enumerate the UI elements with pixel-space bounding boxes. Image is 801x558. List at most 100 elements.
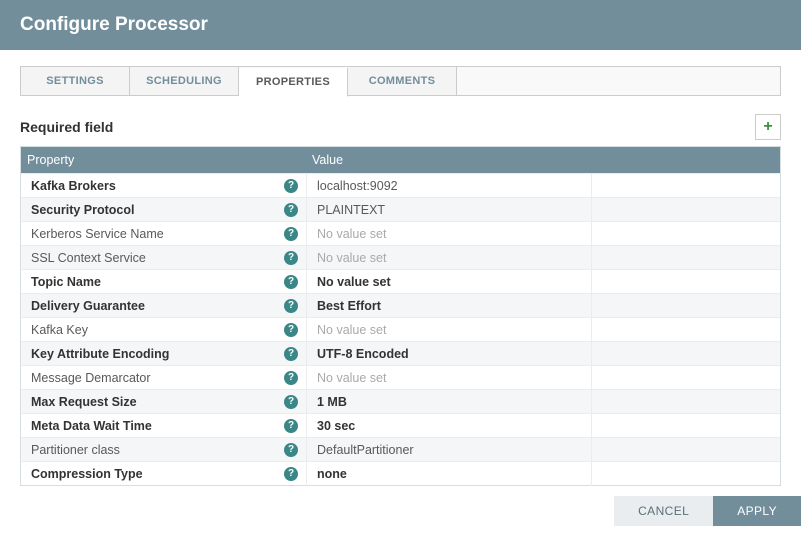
help-icon[interactable]: ? [284, 299, 298, 313]
help-icon[interactable]: ? [284, 347, 298, 361]
value-extra [592, 222, 780, 246]
table-row[interactable]: Partitioner class? DefaultPartitioner [21, 437, 780, 461]
tab-comments[interactable]: COMMENTS [348, 67, 457, 95]
cancel-button[interactable]: CANCEL [614, 496, 713, 526]
help-icon[interactable]: ? [284, 275, 298, 289]
property-value: Best Effort [317, 294, 592, 318]
help-icon[interactable]: ? [284, 443, 298, 457]
property-value: No value set [317, 246, 592, 270]
value-cell[interactable]: none [307, 462, 780, 486]
table-row[interactable]: Key Attribute Encoding? UTF-8 Encoded [21, 341, 780, 365]
table-body: Kafka Brokers?localhost:9092Security Pro… [21, 173, 780, 485]
property-name: Topic Name [31, 275, 101, 289]
property-value: localhost:9092 [317, 174, 592, 198]
value-extra [592, 366, 780, 390]
property-value: DefaultPartitioner [317, 438, 592, 462]
property-name: Partitioner class [31, 443, 120, 457]
tab-scheduling[interactable]: SCHEDULING [130, 67, 239, 95]
property-cell: Compression Type? [21, 467, 306, 481]
property-cell: Topic Name? [21, 275, 306, 289]
dialog-title: Configure Processor [0, 0, 801, 50]
value-cell[interactable]: No value set [307, 270, 780, 294]
value-extra [592, 462, 780, 486]
add-property-button[interactable]: + [755, 114, 781, 140]
property-name: Compression Type [31, 467, 143, 481]
table-row[interactable]: SSL Context Service? No value set [21, 245, 780, 269]
property-cell: SSL Context Service? [21, 251, 306, 265]
property-cell: Message Demarcator? [21, 371, 306, 385]
apply-button[interactable]: APPLY [713, 496, 801, 526]
help-icon[interactable]: ? [284, 323, 298, 337]
dialog-footer: CANCEL APPLY [0, 496, 801, 536]
column-header-value: Value [306, 153, 780, 167]
column-header-property: Property [21, 153, 306, 167]
value-cell[interactable]: 1 MB [307, 390, 780, 414]
help-icon[interactable]: ? [284, 203, 298, 217]
property-cell: Kafka Key? [21, 323, 306, 337]
help-icon[interactable]: ? [284, 227, 298, 241]
property-name: SSL Context Service [31, 251, 146, 265]
table-row[interactable]: Max Request Size? 1 MB [21, 389, 780, 413]
help-icon[interactable]: ? [284, 419, 298, 433]
property-name: Max Request Size [31, 395, 137, 409]
value-extra [592, 318, 780, 342]
tab-bar: SETTINGS SCHEDULING PROPERTIES COMMENTS [20, 66, 781, 96]
value-cell[interactable]: 30 sec [307, 414, 780, 438]
help-icon[interactable]: ? [284, 467, 298, 481]
property-name: Kerberos Service Name [31, 227, 164, 241]
property-value: No value set [317, 366, 592, 390]
required-field-label: Required field [20, 119, 113, 135]
property-name: Key Attribute Encoding [31, 347, 169, 361]
value-cell[interactable]: No value set [307, 246, 780, 270]
property-cell: Delivery Guarantee? [21, 299, 306, 313]
table-row[interactable]: Message Demarcator? No value set [21, 365, 780, 389]
value-extra [592, 294, 780, 318]
table-row[interactable]: Delivery Guarantee? Best Effort [21, 293, 780, 317]
table-row[interactable]: Kerberos Service Name?No value set [21, 221, 780, 245]
value-cell[interactable]: DefaultPartitioner [307, 438, 780, 462]
dialog-body: SETTINGS SCHEDULING PROPERTIES COMMENTS … [0, 50, 801, 496]
property-cell: Security Protocol? [21, 203, 306, 217]
help-icon[interactable]: ? [284, 251, 298, 265]
property-name: Kafka Key [31, 323, 88, 337]
property-cell: Meta Data Wait Time? [21, 419, 306, 433]
value-extra [592, 390, 780, 414]
value-cell[interactable]: No value set [307, 222, 780, 246]
property-cell: Kerberos Service Name? [21, 227, 306, 241]
properties-table: Property Value Kafka Brokers? localhost:9… [20, 146, 781, 486]
property-value: No value set [317, 270, 592, 294]
value-extra [592, 246, 780, 270]
table-row[interactable]: Kafka Key? No value set [21, 317, 780, 341]
property-value: 1 MB [317, 390, 592, 414]
property-name: Message Demarcator [31, 371, 151, 385]
value-extra [592, 174, 780, 198]
required-row: Required field + [20, 114, 781, 140]
plus-icon: + [763, 118, 772, 136]
table-row[interactable]: Compression Type?none [21, 461, 780, 485]
value-extra [592, 198, 780, 222]
value-extra [592, 270, 780, 294]
value-cell[interactable]: No value set [307, 318, 780, 342]
value-cell[interactable]: PLAINTEXT [307, 198, 780, 222]
property-name: Meta Data Wait Time [31, 419, 152, 433]
help-icon[interactable]: ? [284, 395, 298, 409]
table-header: Property Value [21, 147, 780, 173]
help-icon[interactable]: ? [284, 179, 298, 193]
table-row[interactable]: Meta Data Wait Time?30 sec [21, 413, 780, 437]
tab-properties[interactable]: PROPERTIES [239, 68, 348, 97]
value-extra [592, 438, 780, 462]
table-row[interactable]: Topic Name? No value set [21, 269, 780, 293]
property-value: PLAINTEXT [317, 198, 592, 222]
value-cell[interactable]: localhost:9092 [307, 174, 780, 198]
property-value: No value set [317, 318, 592, 342]
property-name: Security Protocol [31, 203, 135, 217]
property-name: Kafka Brokers [31, 179, 116, 193]
value-cell[interactable]: Best Effort [307, 294, 780, 318]
table-row[interactable]: Kafka Brokers? localhost:9092 [21, 173, 780, 197]
help-icon[interactable]: ? [284, 371, 298, 385]
tab-settings[interactable]: SETTINGS [21, 67, 130, 95]
property-cell: Kafka Brokers? [21, 179, 306, 193]
value-cell[interactable]: UTF-8 Encoded [307, 342, 780, 366]
table-row[interactable]: Security Protocol? PLAINTEXT [21, 197, 780, 221]
value-cell[interactable]: No value set [307, 366, 780, 390]
